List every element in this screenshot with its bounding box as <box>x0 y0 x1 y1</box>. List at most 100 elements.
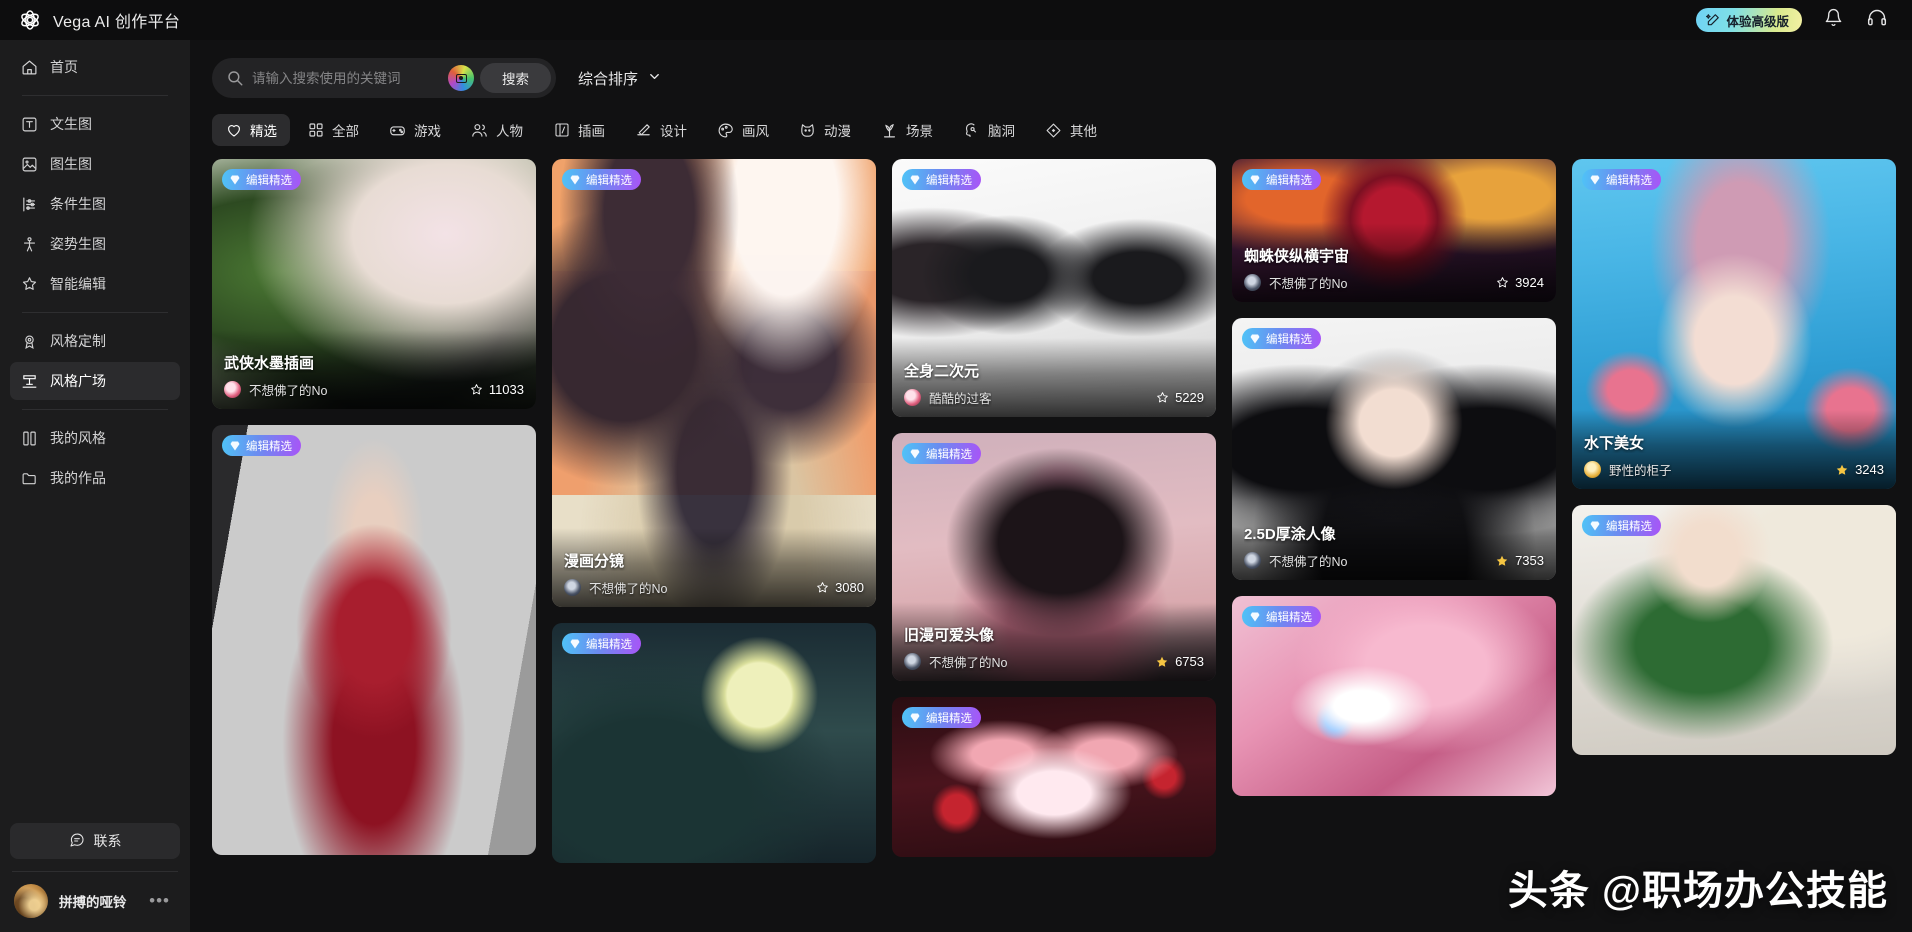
text-to-image-icon <box>20 115 38 133</box>
style-card[interactable]: 编辑精选 <box>1232 596 1556 796</box>
tab-featured[interactable]: 精选 <box>212 114 290 146</box>
app-root: Vega AI 创作平台 体验高级版 首页 文生图 图生图 条件生图 姿势生图 … <box>0 0 1912 932</box>
badge-label: 编辑精选 <box>1266 611 1312 624</box>
like-count-value: 11033 <box>488 382 524 397</box>
card-meta: 不想佛了的No 3924 <box>1244 273 1544 292</box>
search-box[interactable]: 搜索 <box>212 58 556 98</box>
sidebar-item-image-to-image[interactable]: 图生图 <box>10 145 180 183</box>
sidebar-footer: 联系 拼搏的哑铃 ••• <box>0 823 190 932</box>
style-card[interactable]: 编辑精选 旧漫可爱头像 不想佛了的No 6753 <box>892 433 1216 681</box>
avatar <box>1244 552 1261 569</box>
tab-scene[interactable]: 场景 <box>868 114 946 146</box>
home-icon <box>20 58 38 76</box>
sidebar-item-style-custom[interactable]: 风格定制 <box>10 322 180 360</box>
tab-label: 画风 <box>742 124 769 139</box>
star-outline-icon <box>1157 392 1168 403</box>
search-button[interactable]: 搜索 <box>480 63 551 93</box>
sidebar-item-my-works[interactable]: 我的作品 <box>10 459 180 497</box>
gallery-column: 编辑精选 漫画分镜 不想佛了的No 3080 编辑精选 <box>552 159 876 863</box>
support-button[interactable] <box>1864 7 1890 33</box>
status-badge: 编辑精选 <box>902 443 981 464</box>
style-card[interactable]: 编辑精选 武侠水墨插画 不想佛了的No 11033 <box>212 159 536 409</box>
smart-edit-icon <box>20 275 38 293</box>
style-card[interactable]: 编辑精选 <box>1572 505 1896 755</box>
sidebar: 首页 文生图 图生图 条件生图 姿势生图 智能编辑 风格定制 风格广场 我的风格… <box>0 40 190 932</box>
like-count[interactable]: 11033 <box>470 382 524 397</box>
people-icon <box>471 122 488 139</box>
other-diamond-icon <box>1045 122 1062 139</box>
user-profile[interactable]: 拼搏的哑铃 ••• <box>10 884 180 918</box>
card-meta: 不想佛了的No 3080 <box>564 578 864 597</box>
badge-label: 编辑精选 <box>586 638 632 651</box>
contact-button[interactable]: 联系 <box>10 823 180 859</box>
status-badge: 编辑精选 <box>1242 169 1321 190</box>
tab-label: 全部 <box>332 124 359 139</box>
tab-design[interactable]: 设计 <box>622 114 700 146</box>
tab-art-style[interactable]: 画风 <box>704 114 782 146</box>
style-card[interactable]: 编辑精选 蜘蛛侠纵横宇宙 不想佛了的No 3924 <box>1232 159 1556 302</box>
sidebar-item-style-plaza[interactable]: 风格广场 <box>10 362 180 400</box>
card-overlay: 蜘蛛侠纵横宇宙 不想佛了的No 3924 <box>1232 223 1556 302</box>
card-title: 旧漫可爱头像 <box>904 627 995 644</box>
sidebar-item-label: 我的风格 <box>50 430 106 446</box>
like-count[interactable]: 7353 <box>1495 553 1544 568</box>
gallery-column: 编辑精选 全身二次元 酷酷的过客 5229 编辑精选 旧漫可爱头像 不想佛了的N… <box>892 159 1216 857</box>
sidebar-item-pose-generate[interactable]: 姿势生图 <box>10 225 180 263</box>
like-count[interactable]: 3924 <box>1496 275 1544 290</box>
tab-other[interactable]: 其他 <box>1032 114 1110 146</box>
style-card[interactable]: 编辑精选 <box>892 697 1216 857</box>
my-style-icon <box>20 429 38 447</box>
star-filled-icon <box>1836 464 1848 475</box>
top-bar: Vega AI 创作平台 体验高级版 <box>0 0 1912 40</box>
like-count[interactable]: 3080 <box>816 580 864 595</box>
brand-title: Vega AI 创作平台 <box>53 14 181 31</box>
style-card[interactable]: 编辑精选 漫画分镜 不想佛了的No 3080 <box>552 159 876 607</box>
style-card[interactable]: 编辑精选 水下美女 野性的柜子 3243 <box>1572 159 1896 489</box>
like-count-value: 3080 <box>835 580 864 595</box>
palette-icon <box>717 122 734 139</box>
like-count[interactable]: 5229 <box>1156 390 1204 405</box>
tab-people[interactable]: 人物 <box>458 114 536 146</box>
brand[interactable]: Vega AI 创作平台 <box>18 8 180 32</box>
sidebar-item-label: 条件生图 <box>50 196 106 212</box>
like-count[interactable]: 6753 <box>1155 654 1204 669</box>
style-card[interactable]: 编辑精选 全身二次元 酷酷的过客 5229 <box>892 159 1216 417</box>
card-author: 不想佛了的No <box>1269 555 1348 569</box>
status-badge: 编辑精选 <box>902 707 981 728</box>
card-author: 不想佛了的No <box>929 656 1008 670</box>
headset-icon <box>1867 8 1887 33</box>
style-card[interactable]: 编辑精选 <box>552 623 876 863</box>
sidebar-item-my-style[interactable]: 我的风格 <box>10 419 180 457</box>
card-overlay: 旧漫可爱头像 不想佛了的No 6753 <box>892 602 1216 681</box>
more-dots-icon[interactable]: ••• <box>149 892 176 909</box>
avatar <box>904 653 921 670</box>
like-count[interactable]: 3243 <box>1835 462 1884 477</box>
tab-game[interactable]: 游戏 <box>376 114 454 146</box>
design-icon <box>635 122 652 139</box>
card-overlay: 武侠水墨插画 不想佛了的No 11033 <box>212 330 536 409</box>
avatar <box>564 579 581 596</box>
tab-illustration[interactable]: 插画 <box>540 114 618 146</box>
tab-all[interactable]: 全部 <box>294 114 372 146</box>
badge-label: 编辑精选 <box>1606 174 1652 187</box>
tab-anime[interactable]: 动漫 <box>786 114 864 146</box>
sort-dropdown[interactable]: 综合排序 <box>578 68 662 89</box>
sidebar-item-label: 姿势生图 <box>50 236 106 252</box>
sidebar-item-smart-edit[interactable]: 智能编辑 <box>10 265 180 303</box>
style-card[interactable]: 编辑精选 <box>212 425 536 855</box>
sidebar-divider <box>22 409 168 410</box>
style-card[interactable]: 编辑精选 2.5D厚涂人像 不想佛了的No 7353 <box>1232 318 1556 580</box>
sidebar-item-condition-generate[interactable]: 条件生图 <box>10 185 180 223</box>
search-input[interactable] <box>244 70 448 86</box>
sidebar-item-text-to-image[interactable]: 文生图 <box>10 105 180 143</box>
card-overlay: 水下美女 野性的柜子 3243 <box>1572 410 1896 489</box>
masonry-grid: 编辑精选 武侠水墨插画 不想佛了的No 11033 编辑精选 编辑精选 漫画分镜… <box>212 159 1896 863</box>
badge-label: 编辑精选 <box>926 448 972 461</box>
notification-button[interactable] <box>1820 7 1846 33</box>
camera-search-icon[interactable] <box>448 65 474 91</box>
card-author: 不想佛了的No <box>589 582 668 596</box>
sidebar-item-label: 文生图 <box>50 116 92 132</box>
sidebar-item-home[interactable]: 首页 <box>10 48 180 86</box>
tab-brain-idea[interactable]: 脑洞 <box>950 114 1028 146</box>
premium-upgrade-button[interactable]: 体验高级版 <box>1696 8 1802 32</box>
